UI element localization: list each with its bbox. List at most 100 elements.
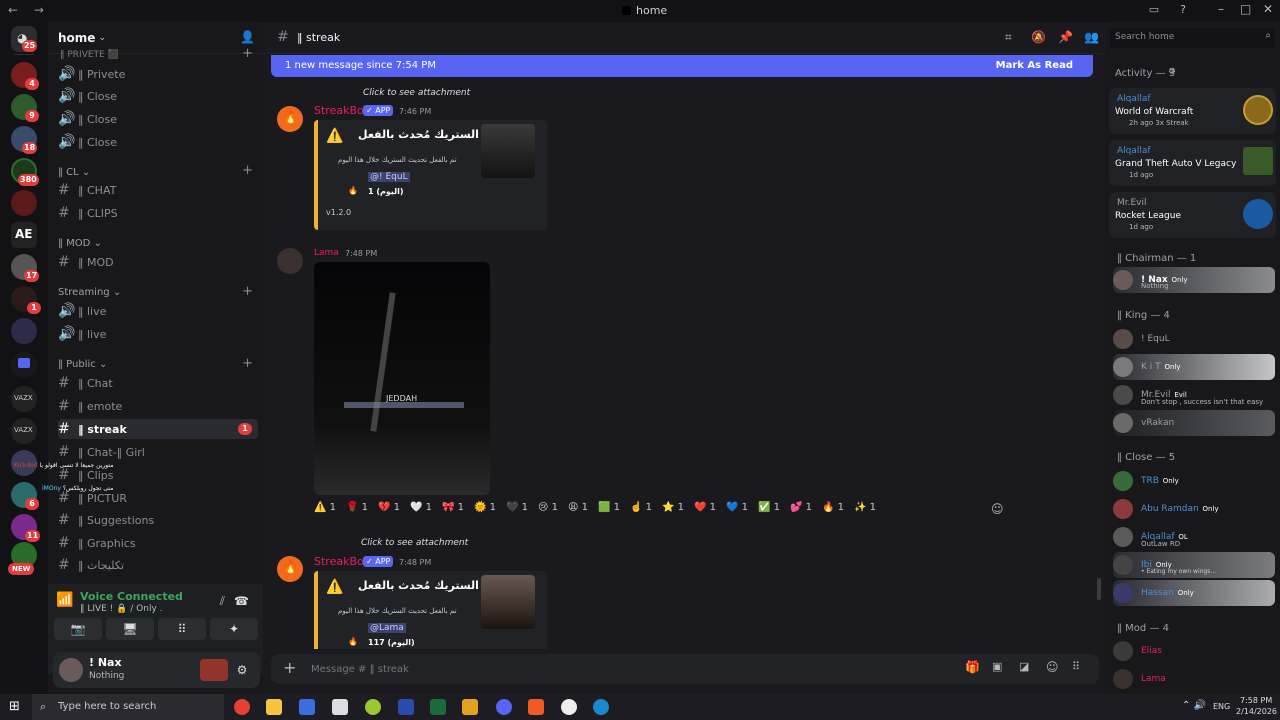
reaction-chip[interactable]: 🔥 1 [822, 502, 844, 524]
reaction-chip[interactable]: 💕 1 [790, 502, 812, 524]
channel-privete[interactable]: 🔊 ‖ Privete [58, 64, 258, 84]
store-icon[interactable] [299, 699, 315, 715]
xbox-icon[interactable] [430, 699, 446, 715]
image-attachment[interactable]: JEDDAH [314, 262, 490, 495]
add-reaction-icon[interactable]: ☺ [991, 502, 1004, 516]
reaction-chip[interactable]: 💔 1 [378, 502, 400, 524]
new-message-banner[interactable]: 1 new message since 7:54 PM Mark As Read [271, 55, 1093, 77]
activity-card[interactable]: Alqallaf Grand Theft Auto V Legacy 1d ag… [1109, 140, 1276, 186]
channel-close[interactable]: 🔊 ‖ Close [58, 132, 258, 152]
add-channel-icon[interactable]: + [242, 356, 253, 371]
reaction-chip[interactable]: 🤍 1 [410, 502, 432, 524]
voice-user[interactable]: Kickdod متورين جميعا لا تنسى اقولو يا [14, 462, 113, 469]
member-row[interactable]: Mr.Evil Evil Don't stop , success isn't t… [1113, 382, 1275, 408]
mark-read-button[interactable]: Mark As Read [996, 60, 1073, 71]
reaction-chip[interactable]: ❤️ 1 [694, 502, 716, 524]
reaction-chip[interactable]: 🌹 1 [346, 502, 368, 524]
channel-mod[interactable]: # ‖ MOD [58, 252, 258, 272]
app-icon[interactable] [561, 699, 577, 715]
maximize-button[interactable]: □ [1240, 2, 1251, 16]
activity-button[interactable]: ⠿ [158, 618, 206, 640]
add-channel-icon[interactable]: + [242, 163, 253, 178]
avatar[interactable]: 🔥 [277, 106, 303, 132]
minimize-button[interactable]: – [1218, 2, 1224, 16]
thumbnail[interactable] [481, 575, 535, 629]
channel-clips[interactable]: # ‖ CLIPS [58, 203, 258, 223]
channel-graphics[interactable]: # ‖ Graphics [58, 533, 258, 553]
reaction-chip[interactable]: 💙 1 [726, 502, 748, 524]
gif-icon[interactable]: ▣ [992, 660, 1002, 673]
author-name[interactable]: StreakBot [314, 104, 368, 117]
category-public[interactable]: ‖ Public ⌄ [58, 359, 107, 370]
apps-icon[interactable]: ⠿ [1072, 660, 1080, 673]
disconnect-icon[interactable]: ☎ [234, 594, 249, 608]
explorer-icon[interactable] [266, 699, 282, 715]
user-panel[interactable]: ! Nax Nothing ⚙ [53, 652, 260, 688]
channel-streak[interactable]: # ‖ streak 1 [58, 419, 258, 439]
category-cl[interactable]: ‖ CL ⌄ [58, 167, 90, 178]
reaction-chip[interactable]: 🖤 1 [506, 502, 528, 524]
reaction-chip[interactable]: ⚠️ 1 [314, 502, 336, 524]
channel-chat[interactable]: # ‖ CHAT [58, 180, 258, 200]
reaction-chip[interactable]: ✅ 1 [758, 502, 780, 524]
folder-icon[interactable] [11, 352, 37, 378]
emoji-icon[interactable]: ☺ [1046, 660, 1059, 674]
avatar[interactable] [59, 658, 83, 682]
category-streaming[interactable]: Streaming ⌄ [58, 287, 121, 298]
voice-user[interactable]: iMOny متى تجول روبلكس؟ [42, 485, 113, 492]
category-mod[interactable]: ‖ MOD ⌄ [58, 238, 102, 249]
soundboard-button[interactable]: ✦ [210, 618, 258, 640]
reaction-chip[interactable]: 🎀 1 [442, 502, 464, 524]
mute-button[interactable] [200, 659, 228, 681]
gift-icon[interactable]: 🎁 [965, 660, 980, 674]
channel-close[interactable]: 🔊 ‖ Close [58, 109, 258, 129]
discord-icon[interactable] [496, 699, 512, 715]
member-row[interactable]: Abu Ramdan Only [1113, 496, 1275, 522]
channel-chat[interactable]: # ‖ Chat [58, 373, 258, 393]
avatar[interactable]: 🔥 [277, 556, 303, 582]
member-row[interactable]: ! Nax Only Nothing [1113, 267, 1275, 293]
channel-live[interactable]: 🔊 ‖ live [58, 324, 258, 344]
threads-icon[interactable]: ⌗ [1005, 30, 1012, 45]
server-icon[interactable]: VAZX [11, 418, 37, 444]
reaction-chip[interactable]: 😩 1 [568, 502, 588, 524]
app-icon[interactable] [398, 699, 414, 715]
member-row[interactable]: Ibi Only • Eating my own wings... [1113, 552, 1275, 578]
clock-date[interactable]: 2/14/2026 [1236, 707, 1277, 716]
edge-icon[interactable] [593, 699, 609, 715]
author-name[interactable]: Lama [314, 248, 339, 258]
member-row[interactable]: Lama [1113, 666, 1275, 692]
members-icon[interactable]: 👥 [1084, 30, 1099, 44]
language[interactable]: ENG [1213, 702, 1230, 711]
reaction-chip[interactable]: ⭐ 1 [662, 502, 684, 524]
member-row[interactable]: K i T Only [1113, 354, 1275, 380]
channel-arabic[interactable]: # ‖ تكليجات [58, 555, 258, 575]
plus-icon[interactable]: + [283, 658, 296, 677]
member-row[interactable]: Hassan Only [1113, 580, 1275, 606]
settings-icon[interactable]: ⚙ [231, 659, 253, 681]
author-name[interactable]: StreakBot [314, 555, 368, 568]
member-row[interactable]: ! EquL [1113, 326, 1275, 352]
back-forward-icon[interactable]: ← → [8, 3, 50, 17]
activity-card[interactable]: Mr.Evil Rocket League 1d ago [1109, 192, 1276, 238]
scrollbar[interactable] [1097, 578, 1101, 600]
clock-time[interactable]: 7:58 PM [1240, 696, 1272, 705]
message-input[interactable] [311, 660, 911, 678]
chrome-icon[interactable] [234, 699, 250, 715]
message-composer[interactable]: + 🎁 ▣ ◪ ☺ ⠿ [271, 654, 1099, 684]
inbox-icon[interactable]: ▭ [1147, 3, 1161, 17]
reaction-chip[interactable]: ✨ 1 [854, 502, 876, 524]
channel-close[interactable]: 🔊 ‖ Close [58, 86, 258, 106]
channel-live[interactable]: 🔊 ‖ live [58, 301, 258, 321]
activity-card[interactable]: Alqallaf World of Warcraft 2h ago 3x Str… [1109, 88, 1276, 134]
server-icon[interactable] [11, 190, 37, 216]
app-icon[interactable] [462, 699, 478, 715]
reaction-chip[interactable]: 🟩 1 [598, 502, 620, 524]
add-channel-icon[interactable]: + [242, 284, 253, 299]
category-private[interactable]: ‖ PRIVETE ⬛ [60, 50, 119, 60]
reaction-chip[interactable]: ☝️ 1 [630, 502, 652, 524]
member-row[interactable]: Elias [1113, 638, 1275, 664]
voice-channel[interactable]: ‖ LIVE ! 🔒 / Only . [80, 604, 163, 614]
help-icon[interactable]: ? [1176, 3, 1190, 17]
sticker-icon[interactable]: ◪ [1019, 660, 1029, 673]
